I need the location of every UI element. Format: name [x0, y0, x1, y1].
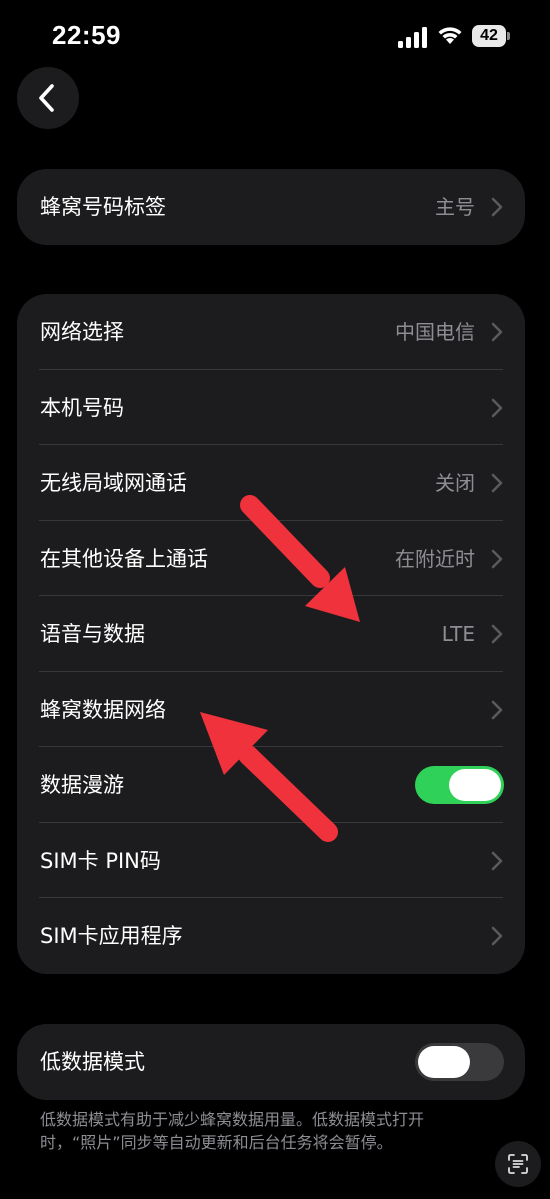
- row-label: 低数据模式: [40, 1050, 145, 1074]
- chevron-right-icon: [491, 549, 503, 568]
- chevron-right-icon: [491, 197, 503, 217]
- row-label: SIM卡 PIN码: [40, 848, 161, 873]
- row-network-selection[interactable]: 网络选择 中国电信: [17, 294, 525, 370]
- row-cellular-number-label[interactable]: 蜂窝号码标签 主号: [17, 169, 525, 245]
- row-value: 主号: [435, 195, 475, 219]
- low-data-mode-card: 低数据模式: [17, 1024, 525, 1100]
- row-voice-and-data[interactable]: 语音与数据 LTE: [17, 596, 525, 672]
- sim-settings-card: 网络选择 中国电信 本机号码 无线局域网通话 关闭 在其他设备上通话 在附近时 …: [17, 294, 525, 974]
- row-label: 无线局域网通话: [40, 471, 187, 495]
- chevron-right-icon: [491, 700, 503, 719]
- chevron-right-icon: [491, 926, 503, 946]
- low-data-mode-footnote: 低数据模式有助于减少蜂窝数据用量。低数据模式打开时，“照片”同步等自动更新和后台…: [40, 1110, 425, 1152]
- scan-text-button[interactable]: [495, 1141, 541, 1187]
- battery-icon: 42: [472, 25, 506, 47]
- toggle-knob: [449, 769, 501, 801]
- row-value: LTE: [441, 622, 475, 646]
- row-low-data-mode: 低数据模式: [17, 1024, 525, 1100]
- row-label: 网络选择: [40, 320, 124, 344]
- row-label: 数据漫游: [40, 773, 124, 797]
- back-button[interactable]: [17, 67, 79, 129]
- chevron-right-icon: [491, 322, 503, 342]
- row-calls-on-other-devices[interactable]: 在其他设备上通话 在附近时: [17, 521, 525, 596]
- row-label: 本机号码: [40, 395, 124, 420]
- cellular-signal-icon: [398, 27, 427, 48]
- row-data-roaming: 数据漫游: [17, 747, 525, 823]
- battery-tip: [507, 32, 510, 40]
- row-value: 关闭: [435, 471, 475, 495]
- row-value: 在附近时: [395, 546, 475, 571]
- chevron-right-icon: [491, 624, 503, 644]
- row-wifi-calling[interactable]: 无线局域网通话 关闭: [17, 445, 525, 521]
- status-bar: 22:59 42: [0, 0, 550, 72]
- row-sim-applications[interactable]: SIM卡应用程序: [17, 898, 525, 974]
- row-my-number[interactable]: 本机号码: [17, 370, 525, 445]
- chevron-left-icon: [39, 84, 54, 112]
- row-cellular-data-network[interactable]: 蜂窝数据网络: [17, 672, 525, 747]
- row-sim-pin[interactable]: SIM卡 PIN码: [17, 823, 525, 898]
- number-label-card: 蜂窝号码标签 主号: [17, 169, 525, 245]
- chevron-right-icon: [491, 473, 503, 493]
- row-label: SIM卡应用程序: [40, 924, 183, 948]
- row-value: 中国电信: [395, 320, 475, 344]
- row-label: 在其他设备上通话: [40, 546, 208, 571]
- row-label: 蜂窝号码标签: [40, 195, 166, 219]
- scan-text-icon: [508, 1154, 528, 1174]
- row-label: 语音与数据: [40, 622, 145, 646]
- wifi-icon: [438, 27, 462, 44]
- chevron-right-icon: [491, 851, 503, 870]
- data-roaming-toggle[interactable]: [415, 766, 504, 804]
- chevron-right-icon: [491, 398, 503, 417]
- low-data-mode-toggle[interactable]: [415, 1043, 504, 1081]
- row-label: 蜂窝数据网络: [40, 697, 166, 722]
- toggle-knob: [418, 1046, 470, 1078]
- status-time: 22:59: [52, 20, 121, 50]
